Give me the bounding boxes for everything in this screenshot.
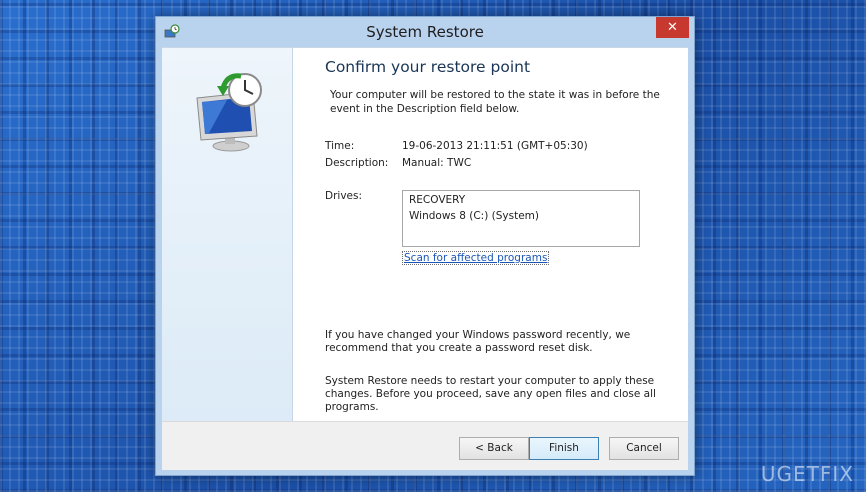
drives-list[interactable]: RECOVERY Windows 8 (C:) (System) [402,190,640,247]
finish-button[interactable]: Finish [529,437,599,460]
wizard-body: Confirm your restore point Your computer… [162,47,688,421]
time-label: Time: [325,140,355,152]
button-bar: < Back Finish Cancel [162,421,688,470]
time-value: 19-06-2013 21:11:51 (GMT+05:30) [402,140,588,152]
back-button[interactable]: < Back [459,437,529,460]
description-value: Manual: TWC [402,157,472,169]
password-note: If you have changed your Windows passwor… [325,329,631,354]
wizard-side-pane [162,48,293,421]
list-item[interactable]: Windows 8 (C:) (System) [409,210,539,222]
watermark-logo: UGETFIX [760,462,854,486]
window-title: System Restore [366,23,484,41]
wizard-content: Confirm your restore point Your computer… [292,48,688,421]
list-item[interactable]: RECOVERY [409,194,465,206]
scan-affected-programs-link[interactable]: Scan for affected programs [402,251,550,265]
restore-monitor-clock-icon [187,70,269,156]
drives-label: Drives: [325,190,363,202]
cancel-button[interactable]: Cancel [609,437,679,460]
close-icon: ✕ [667,20,678,35]
restart-note: System Restore needs to restart your com… [325,375,656,413]
intro-text: Your computer will be restored to the st… [330,89,660,115]
description-label: Description: [325,157,389,169]
page-title: Confirm your restore point [325,58,531,76]
title-bar: System Restore ✕ [156,17,694,47]
system-restore-window: System Restore ✕ Confirm your restore po… [155,16,695,476]
close-button[interactable]: ✕ [656,17,689,38]
